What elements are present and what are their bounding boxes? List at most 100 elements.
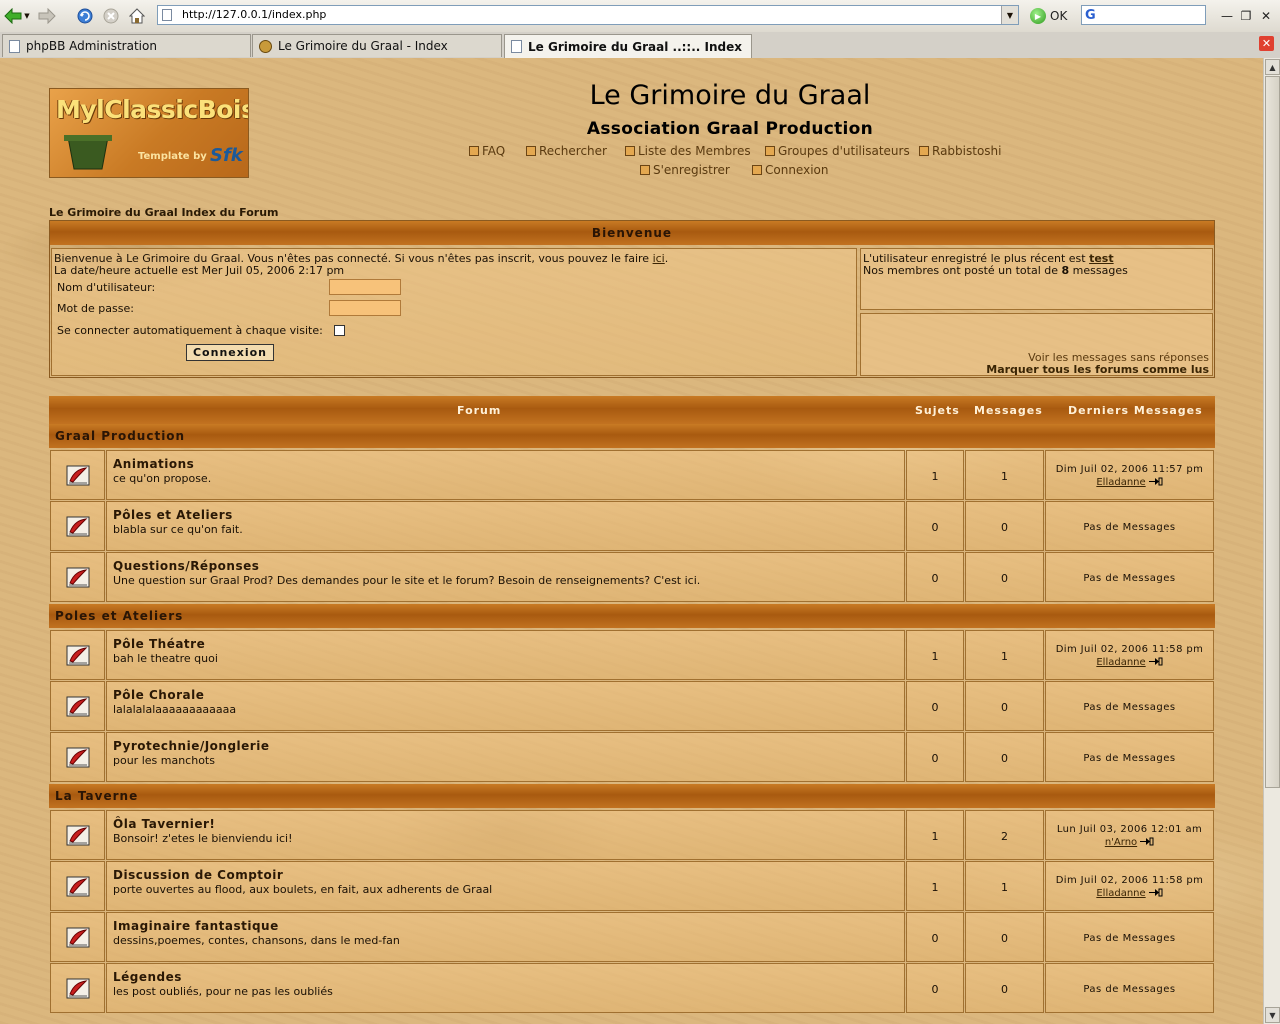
breadcrumb[interactable]: Le Grimoire du Graal Index du Forum	[49, 206, 279, 219]
chevron-up-icon: ▲	[1269, 62, 1276, 72]
forward-button[interactable]	[38, 7, 56, 25]
last-post-author-link[interactable]: n'Arno	[1105, 837, 1137, 848]
forum-row: Imaginaire fantastique dessins,poemes, co…	[49, 912, 1215, 962]
search-input[interactable]: G	[1081, 5, 1206, 25]
restore-button[interactable]: ❐	[1237, 8, 1255, 24]
address-dropdown[interactable]: ▼	[1001, 6, 1018, 24]
minimize-button[interactable]: —	[1218, 8, 1236, 24]
quick-links-section: Voir les messages sans réponses Marquer …	[860, 313, 1213, 376]
no-posts-label: Pas de Messages	[1083, 984, 1176, 995]
notes-icon	[919, 146, 929, 156]
faq-label: FAQ	[482, 144, 506, 158]
register-link[interactable]: S'enregistrer	[640, 163, 730, 177]
forum-read-icon	[66, 927, 89, 948]
tab-grimoire-index-active[interactable]: Le Grimoire du Graal ..::.. Index	[504, 34, 752, 58]
forum-row: Discussion de Comptoir porte ouvertes au …	[49, 861, 1215, 911]
forum-topics-count: 1	[931, 830, 939, 843]
tab-grimoire-index[interactable]: Le Grimoire du Graal - Index	[252, 34, 502, 57]
last-post-author-link[interactable]: Elladanne	[1096, 657, 1145, 668]
memberlist-link[interactable]: Liste des Membres	[625, 144, 751, 158]
forum-link[interactable]: Ôla Tavernier!	[113, 817, 215, 831]
address-url[interactable]: http://127.0.0.1/index.php	[182, 8, 326, 21]
forum-last-post-cell: Pas de Messages	[1045, 681, 1214, 731]
category-header[interactable]: Poles et Ateliers	[49, 604, 1215, 628]
forum-read-icon	[66, 465, 89, 486]
forum-link[interactable]: Discussion de Comptoir	[113, 868, 283, 882]
forum-topics-cell: 1	[906, 861, 964, 911]
last-post-author-link[interactable]: Elladanne	[1096, 888, 1145, 899]
last-post-author-link[interactable]: Elladanne	[1096, 477, 1145, 488]
members-icon	[625, 146, 635, 156]
close-window-button[interactable]: ✕	[1257, 8, 1275, 24]
scrollbar-thumb[interactable]	[1265, 76, 1280, 788]
goto-last-post-icon[interactable]	[1140, 837, 1154, 846]
search-link[interactable]: Rechercher	[526, 144, 607, 158]
forum-link[interactable]: Pôle Chorale	[113, 688, 204, 702]
google-icon[interactable]: G	[1085, 8, 1103, 23]
forum-link[interactable]: Pôles et Ateliers	[113, 508, 233, 522]
site-title: Le Grimoire du Graal	[589, 80, 871, 111]
register-here-link[interactable]: ici	[653, 252, 665, 265]
forum-read-icon	[66, 645, 89, 666]
autologin-checkbox[interactable]	[334, 325, 345, 336]
goto-last-post-icon[interactable]	[1148, 477, 1163, 486]
no-posts-label: Pas de Messages	[1083, 522, 1176, 533]
forum-link[interactable]: Légendes	[113, 970, 182, 984]
tab-phpbb-admin[interactable]: phpBB Administration	[2, 34, 251, 57]
close-tab-button[interactable]: ✕	[1259, 36, 1274, 51]
last-post-author: Elladanne	[1046, 888, 1213, 899]
category-header[interactable]: Graal Production	[49, 424, 1215, 448]
scroll-down-button[interactable]: ▼	[1265, 1007, 1280, 1023]
go-label: OK	[1050, 9, 1068, 23]
category-header[interactable]: La Taverne	[49, 784, 1215, 808]
scroll-up-button[interactable]: ▲	[1265, 59, 1280, 75]
rabbistoshi-label: Rabbistoshi	[932, 144, 1002, 158]
forum-info-cell: Pôle Chorale lalalalalaaaaaaaaaaaa	[106, 681, 905, 731]
home-button[interactable]	[128, 7, 146, 25]
last-post-author: Elladanne	[1046, 657, 1213, 668]
tab-label: Le Grimoire du Graal ..::.. Index	[528, 39, 742, 54]
address-bar[interactable]: http://127.0.0.1/index.php ▼	[157, 5, 1019, 25]
no-posts-label: Pas de Messages	[1083, 573, 1176, 584]
forum-link[interactable]: Pyrotechnie/Jonglerie	[113, 739, 269, 753]
goto-last-post-icon[interactable]	[1148, 657, 1163, 666]
forum-last-post-cell: Pas de Messages	[1045, 963, 1214, 1013]
forum-posts-count: 1	[1001, 650, 1008, 663]
forum-read-icon	[66, 516, 89, 537]
faq-link[interactable]: FAQ	[469, 144, 505, 158]
chevron-down-icon: ▼	[24, 12, 30, 20]
forum-icon-cell	[50, 681, 105, 731]
welcome-panel: Bienvenue Bienvenue à Le Grimoire du Gra…	[49, 220, 1215, 378]
forum-icon-cell	[50, 732, 105, 782]
forum-link[interactable]: Imaginaire fantastique	[113, 919, 279, 933]
forum-posts-cell: 0	[965, 552, 1044, 602]
forum-link[interactable]: Animations	[113, 457, 194, 471]
mark-all-read-link[interactable]: Marquer tous les forums comme lus	[986, 363, 1209, 376]
tab-label: phpBB Administration	[26, 39, 157, 53]
go-button[interactable]: ▶ OK	[1030, 6, 1067, 26]
last-post-author: n'Arno	[1046, 837, 1213, 848]
username-input[interactable]	[329, 279, 401, 295]
forum-link[interactable]: Questions/Réponses	[113, 559, 259, 573]
reload-icon	[77, 8, 93, 24]
forum-link[interactable]: Pôle Théatre	[113, 637, 205, 651]
forum-description: blabla sur ce qu'on fait.	[113, 523, 243, 536]
back-button[interactable]	[4, 7, 22, 25]
goto-last-post-icon[interactable]	[1148, 888, 1163, 897]
site-logo[interactable]: MylClassicBois Template by Sfk	[49, 88, 249, 178]
total-posts-line: Nos membres ont posté un total de 8 mess…	[863, 264, 1128, 277]
back-history-dropdown[interactable]: ▼	[22, 7, 32, 25]
forum-posts-count: 1	[1001, 470, 1008, 483]
forum-row: Pôle Théatre bah le theatre quoi 1 1 Dim Jui…	[49, 630, 1215, 680]
password-input[interactable]	[329, 300, 401, 316]
login-button[interactable]: Connexion	[186, 344, 274, 361]
forum-topics-count: 0	[931, 932, 939, 945]
vertical-scrollbar[interactable]: ▲ ▼	[1263, 58, 1280, 1024]
usergroups-link[interactable]: Groupes d'utilisateurs	[765, 144, 910, 158]
logo-text: MylClassicBois	[56, 95, 249, 124]
stop-button[interactable]	[102, 7, 120, 25]
rabbistoshi-link[interactable]: Rabbistoshi	[919, 144, 1002, 158]
login-link[interactable]: Connexion	[752, 163, 829, 177]
reload-button[interactable]	[76, 7, 94, 25]
forum-topics-cell: 1	[906, 810, 964, 860]
